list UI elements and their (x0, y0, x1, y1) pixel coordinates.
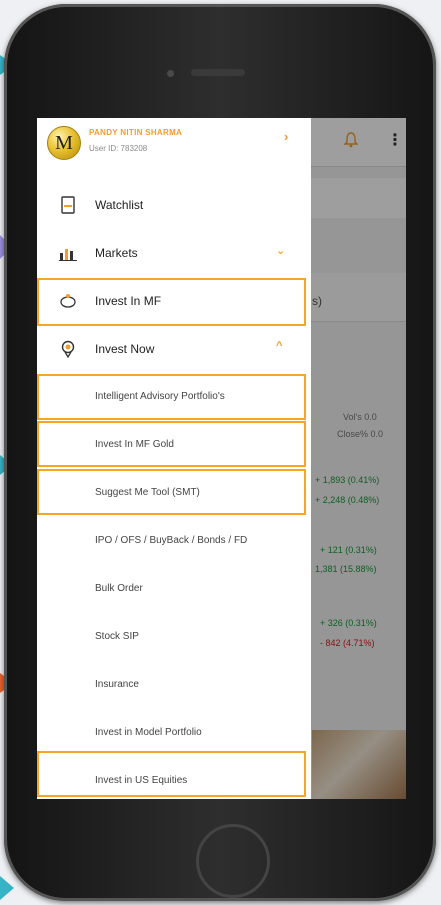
user-name: PANDY NITIN SHARMA (89, 128, 183, 137)
earpiece-speaker (191, 69, 245, 76)
menu-item-label: Markets (95, 246, 138, 260)
menu-item-invest-now[interactable]: Invest Now ^ (37, 326, 311, 374)
markets-icon (59, 244, 77, 262)
submenu-item[interactable]: IPO / OFS / BuyBack / Bonds / FD (37, 518, 311, 566)
submenu-item[interactable]: Insurance (37, 662, 311, 710)
menu-item-watchlist[interactable]: Watchlist (37, 182, 311, 230)
avatar: M (47, 126, 81, 160)
menu-item-label: Invest Now (95, 342, 155, 356)
highlight-box (37, 421, 306, 467)
submenu-item[interactable]: Bulk Order (37, 566, 311, 614)
submenu-item-label: Bulk Order (95, 583, 143, 594)
submenu-item-label: Invest in Model Portfolio (95, 727, 202, 738)
highlight-box (37, 278, 306, 326)
watchlist-icon (59, 196, 77, 214)
chevron-up-icon[interactable]: ^ (276, 340, 282, 352)
front-camera (167, 70, 174, 77)
navigation-drawer: M PANDY NITIN SHARMA User ID: 783208 › W… (37, 118, 311, 799)
submenu-item[interactable]: Stock SIP (37, 614, 311, 662)
submenu-item-label: IPO / OFS / BuyBack / Bonds / FD (95, 535, 248, 546)
chevron-right-icon[interactable]: › (284, 129, 288, 144)
highlight-box (37, 751, 306, 797)
profile-header[interactable]: M PANDY NITIN SHARMA User ID: 783208 › (37, 118, 311, 168)
user-id: User ID: 783208 (89, 144, 148, 153)
decorative-accent (0, 876, 14, 900)
highlight-box (37, 469, 306, 515)
avatar-letter: M (55, 131, 73, 154)
menu-item-markets[interactable]: Markets ⌄ (37, 230, 311, 278)
submenu-item-label: Insurance (95, 679, 139, 690)
home-button[interactable] (196, 824, 270, 898)
highlight-box (37, 374, 306, 420)
submenu-item-label: Stock SIP (95, 631, 139, 642)
menu-item-label: Watchlist (95, 198, 144, 212)
invest-now-icon (59, 340, 77, 358)
chevron-down-icon[interactable]: ⌄ (276, 244, 285, 257)
phone-screen: ⋮ s) Vol's 0.0 Close% 0.0 + 1,893 (0.41%… (37, 118, 406, 799)
